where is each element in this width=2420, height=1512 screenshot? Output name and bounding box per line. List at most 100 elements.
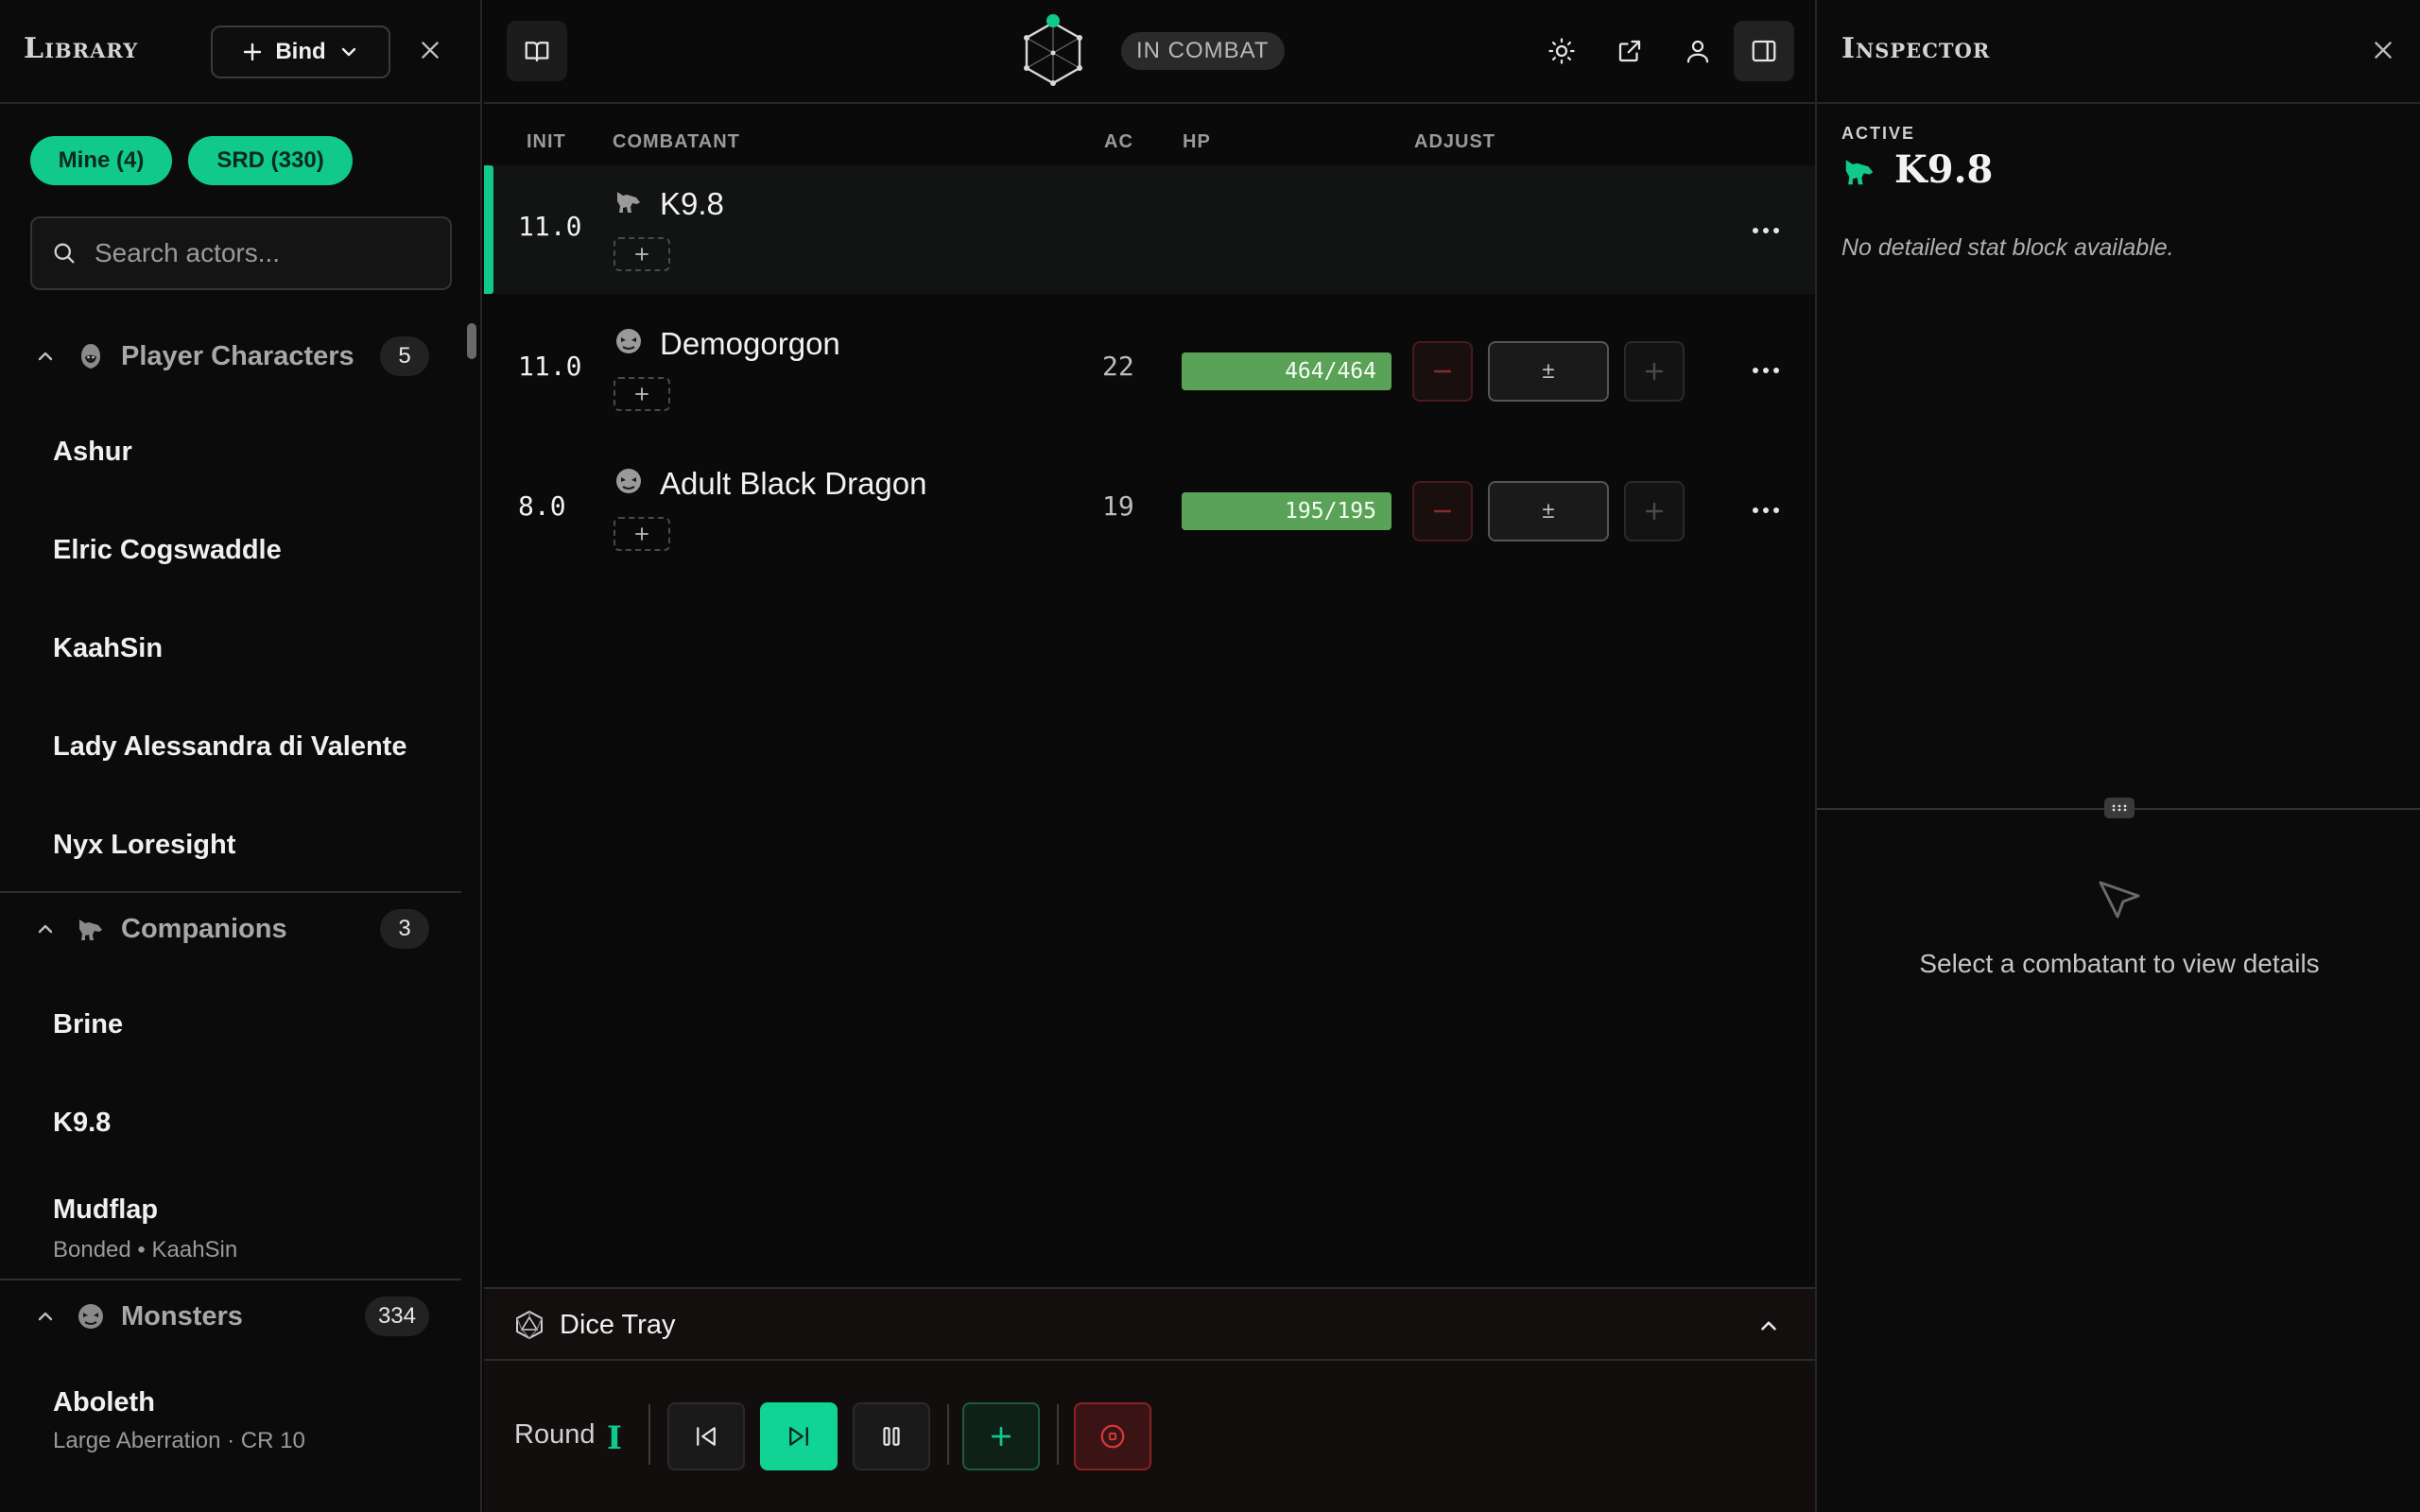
add-condition-button[interactable]	[614, 517, 670, 551]
actor-subtitle: Bonded • KaahSin	[53, 1237, 238, 1263]
group-label: Monsters	[121, 1300, 243, 1332]
external-link-icon	[1618, 40, 1641, 62]
actor-item-kaahsin[interactable]: KaahSin	[53, 633, 163, 664]
combatant-name[interactable]: Adult Black Dragon	[660, 466, 926, 502]
wolf-icon	[1845, 160, 1874, 185]
heal-button[interactable]	[1624, 341, 1685, 402]
heal-button[interactable]	[1624, 481, 1685, 541]
minus-icon	[1433, 509, 1452, 513]
inspector-header: Inspector	[1817, 0, 2420, 104]
actor-item-mudflap[interactable]: Mudflap	[53, 1194, 158, 1226]
add-condition-button[interactable]	[614, 377, 670, 411]
next-turn-button[interactable]	[760, 1402, 838, 1470]
chevron-up-icon	[38, 924, 53, 934]
hp-adjust-input[interactable]: ±	[1488, 341, 1609, 402]
group-label: Player Characters	[121, 340, 354, 371]
user-icon	[1686, 40, 1709, 63]
actor-item-ashur[interactable]: Ashur	[53, 437, 132, 468]
inspector-title: Inspector	[1841, 32, 1991, 65]
chevron-up-icon	[38, 1312, 53, 1321]
round-label: Round	[514, 1419, 596, 1450]
actor-item-alessandra[interactable]: Lady Alessandra di Valente	[53, 731, 406, 763]
actor-item-k98[interactable]: K9.8	[53, 1108, 111, 1139]
close-icon	[422, 42, 439, 59]
toggle-library-button[interactable]	[507, 21, 567, 81]
library-scrollbar[interactable]	[467, 323, 476, 359]
group-companions[interactable]: Companions 3	[0, 893, 461, 965]
active-turn-indicator	[484, 165, 493, 294]
hp-value: 464/464	[1285, 359, 1376, 384]
row-menu-button[interactable]	[1747, 496, 1785, 524]
library-close-button[interactable]	[414, 34, 446, 66]
filter-srd[interactable]: SRD (330)	[188, 136, 353, 185]
resize-handle[interactable]	[2104, 798, 2135, 818]
hp-value: 195/195	[1285, 499, 1376, 524]
wolf-icon	[617, 192, 640, 213]
add-combatant-button[interactable]	[962, 1402, 1040, 1470]
group-monsters[interactable]: Monsters 334	[0, 1280, 461, 1352]
row-menu-button[interactable]	[1747, 356, 1785, 385]
combatant-row[interactable]: 11.0 Demogorgon 22 464/464 ±	[484, 305, 1815, 434]
bind-button[interactable]: Bind	[211, 26, 390, 78]
actor-item-elric[interactable]: Elric Cogswaddle	[53, 535, 282, 566]
previous-turn-button[interactable]	[667, 1402, 745, 1470]
combatant-row[interactable]: 8.0 Adult Black Dragon 19 195/195 ±	[484, 445, 1815, 574]
skip-forward-icon	[789, 1427, 808, 1446]
minus-icon	[1433, 369, 1452, 373]
monster-icon	[616, 329, 641, 353]
group-count-badge: 5	[380, 336, 429, 376]
external-view-button[interactable]	[1599, 21, 1660, 81]
sidebar-panel-icon	[1752, 40, 1776, 62]
chevron-up-icon[interactable]	[1756, 1314, 1781, 1338]
combatant-name[interactable]: Demogorgon	[660, 326, 840, 362]
row-menu-button[interactable]	[1747, 216, 1785, 245]
hp-adjust-input[interactable]: ±	[1488, 481, 1609, 541]
chevron-down-icon	[341, 47, 355, 57]
column-header-init: INIT	[527, 131, 566, 152]
damage-button[interactable]	[1412, 481, 1473, 541]
damage-button[interactable]	[1412, 341, 1473, 402]
initiative-value[interactable]: 11.0	[518, 351, 581, 382]
initiative-value[interactable]: 8.0	[518, 490, 566, 522]
combat-tracker: IN COMBAT INIT COMBATANT AC HP ADJUST 11…	[484, 0, 1815, 1512]
app-logo-icon	[1024, 14, 1082, 86]
search-input[interactable]	[95, 238, 435, 268]
toggle-inspector-button[interactable]	[1734, 21, 1794, 81]
bind-label: Bind	[275, 39, 326, 64]
wolf-icon	[79, 919, 102, 940]
hp-bar: 195/195	[1182, 492, 1392, 530]
more-horizontal-icon	[1753, 368, 1779, 373]
group-player-characters[interactable]: Player Characters 5	[0, 320, 461, 392]
inspector-close-button[interactable]	[2367, 34, 2399, 66]
end-combat-button[interactable]	[1074, 1402, 1151, 1470]
chevron-up-icon	[38, 352, 53, 361]
top-bar: IN COMBAT	[484, 0, 1815, 104]
group-count-badge: 3	[380, 909, 429, 949]
initiative-value[interactable]: 11.0	[518, 211, 581, 242]
search-icon	[54, 243, 75, 264]
turn-controls: Round I	[484, 1361, 1815, 1512]
actor-item-aboleth[interactable]: Aboleth	[53, 1387, 155, 1418]
group-label: Companions	[121, 913, 287, 944]
round-value: I	[607, 1419, 622, 1457]
library-title: Library	[24, 32, 139, 65]
monster-icon	[78, 1304, 103, 1329]
plus-icon	[1645, 362, 1664, 381]
actor-item-brine[interactable]: Brine	[53, 1009, 123, 1040]
add-condition-button[interactable]	[614, 237, 670, 271]
column-header-adjust: ADJUST	[1414, 131, 1496, 152]
account-button[interactable]	[1668, 21, 1728, 81]
plus-icon	[1645, 502, 1664, 521]
combatant-name[interactable]: K9.8	[660, 186, 724, 222]
library-header: Library Bind	[0, 0, 480, 104]
cursor-pointer-icon	[2099, 881, 2140, 919]
dice-tray-header[interactable]: Dice Tray	[484, 1287, 1815, 1361]
pause-button[interactable]	[853, 1402, 930, 1470]
combatant-row[interactable]: 11.0 K9.8	[484, 165, 1815, 294]
theme-toggle-button[interactable]	[1531, 21, 1592, 81]
hooded-figure-icon	[81, 344, 100, 369]
filter-mine[interactable]: Mine (4)	[30, 136, 172, 185]
actor-item-nyx[interactable]: Nyx Loresight	[53, 830, 235, 861]
no-stat-block-message: No detailed stat block available.	[1841, 234, 2174, 261]
hp-bar: 464/464	[1182, 352, 1392, 390]
